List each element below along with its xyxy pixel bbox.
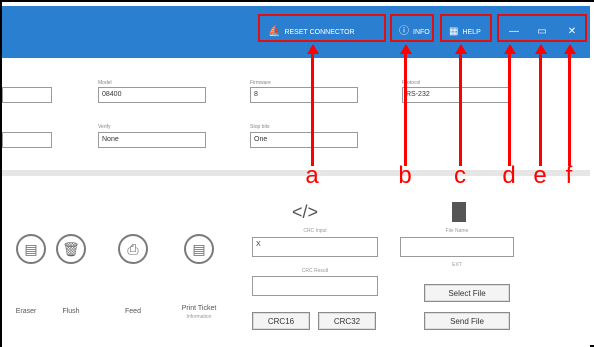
device-info-panel: Model 08400 Firmware 8 Protocol RS-232 V… [2,58,590,170]
eraser-label: Eraser [15,308,37,315]
verify-label: Verify [98,124,111,130]
annotation-arrowhead-d [504,44,516,54]
crc32-button[interactable]: CRC32 [318,312,376,330]
highlight-box-b [390,14,434,42]
flush-button[interactable]: 🗑 [56,234,86,264]
feed-label: Feed [125,308,141,315]
print-ticket-sublabel: Information [186,314,212,320]
annotation-arrow-c [459,54,462,166]
verify-field[interactable]: None [98,132,206,148]
actions-panel: ▤ Eraser 🗑 Flush ⎙ Feed ▤ Print Ticket I… [2,176,590,347]
eraser-button[interactable]: ▤ [16,234,46,264]
annotation-letter-d: d [502,162,516,189]
highlight-box-window-controls [497,14,587,42]
annotation-arrowhead-f [564,44,576,54]
firmware-label: Firmware [250,80,271,86]
highlight-box-a [258,14,386,42]
annotation-arrow-d [508,54,511,166]
firmware-field[interactable]: 8 [250,87,358,103]
file-name-label: File Name [445,228,469,234]
annotation-arrowhead-a [307,44,319,54]
code-icon: </> [292,202,319,222]
highlight-box-c [440,14,492,42]
annotation-arrow-f [568,54,571,166]
print-ticket-button[interactable]: ▤ [184,234,214,264]
trash-icon: 🗑 [62,240,80,257]
annotation-letter-b: b [398,162,412,189]
annotation-arrow-b [404,54,407,166]
feed-button[interactable]: ⎙ [118,234,148,264]
annotation-letter-f: f [565,162,573,189]
annotation-letter-e: e [533,162,547,189]
annotation-letter-a: a [305,162,319,189]
model-label: Model [98,80,112,86]
annotation-arrowhead-c [455,44,467,54]
eraser-icon: ▤ [24,240,38,257]
crc-input-label: CRC Input [303,228,327,234]
annotation-letter-c: c [454,162,466,189]
annotation-arrowhead-b [400,44,412,54]
file-icon [452,202,466,222]
left-field-top[interactable] [2,87,52,103]
flush-label: Flush [62,308,80,315]
annotation-arrow-e [539,54,542,166]
select-file-button[interactable]: Select File [424,284,510,302]
crc-result-label: CRC Result [301,268,329,274]
protocol-field[interactable]: RS-232 [402,87,510,103]
stop-bits-field[interactable]: One [250,132,358,148]
annotation-arrowhead-e [535,44,547,54]
annotation-arrow-a [311,54,314,166]
print-ticket-label: Print Ticket [181,305,217,312]
left-field-bottom[interactable] [2,132,52,148]
send-file-button[interactable]: Send File [424,312,510,330]
stop-bits-label: Stop bits [250,124,270,130]
crc-input-field[interactable]: X [252,237,378,257]
printer-feed-icon: ⎙ [127,240,139,257]
crc-result-field[interactable] [252,276,378,296]
file-ext-label: EXT [452,262,462,268]
ticket-icon: ▤ [192,240,206,257]
file-name-field[interactable] [400,237,514,257]
crc16-button[interactable]: CRC16 [252,312,310,330]
model-field[interactable]: 08400 [98,87,206,103]
